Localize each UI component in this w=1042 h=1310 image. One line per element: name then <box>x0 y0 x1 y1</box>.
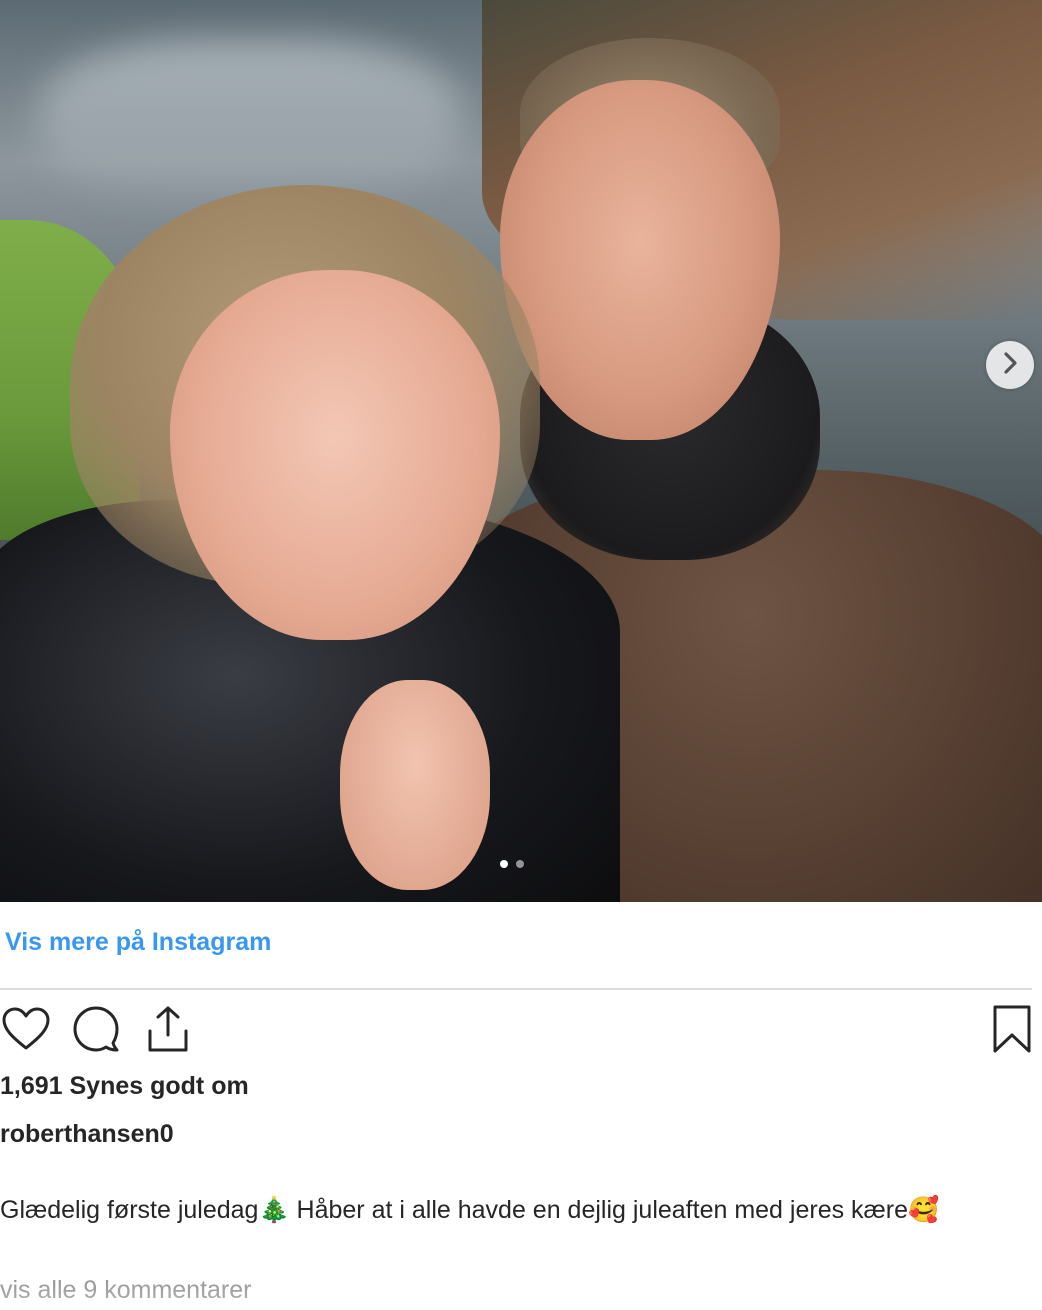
view-more-on-instagram-link[interactable]: Vis mere på Instagram <box>5 928 271 957</box>
carousel-dot-active <box>500 860 508 868</box>
bookmark-icon <box>992 1004 1032 1059</box>
view-all-comments-link[interactable]: vis alle 9 kommentarer <box>0 1276 251 1305</box>
likes-count[interactable]: 1,691 Synes godt om <box>0 1072 249 1101</box>
author-username[interactable]: roberthansen0 <box>0 1120 174 1149</box>
carousel-dot <box>516 860 524 868</box>
post-caption: Glædelig første juledag🎄 Håber at i alle… <box>0 1196 940 1224</box>
share-icon <box>145 1005 191 1058</box>
save-button[interactable] <box>986 1005 1038 1057</box>
chevron-right-icon <box>1000 351 1020 380</box>
post-photo[interactable] <box>0 0 1042 902</box>
heart-icon <box>2 1007 50 1056</box>
carousel-next-button[interactable] <box>986 341 1034 389</box>
photo-man-face <box>500 80 780 440</box>
photo-woman-face <box>170 270 500 640</box>
action-bar <box>0 1005 1042 1059</box>
photo-water <box>40 40 460 200</box>
comment-icon <box>72 1005 120 1058</box>
divider <box>0 988 1032 990</box>
comment-button[interactable] <box>70 1005 122 1057</box>
photo-woman-hand <box>340 680 490 890</box>
like-button[interactable] <box>0 1005 52 1057</box>
share-button[interactable] <box>142 1005 194 1057</box>
carousel-indicator <box>500 860 524 868</box>
